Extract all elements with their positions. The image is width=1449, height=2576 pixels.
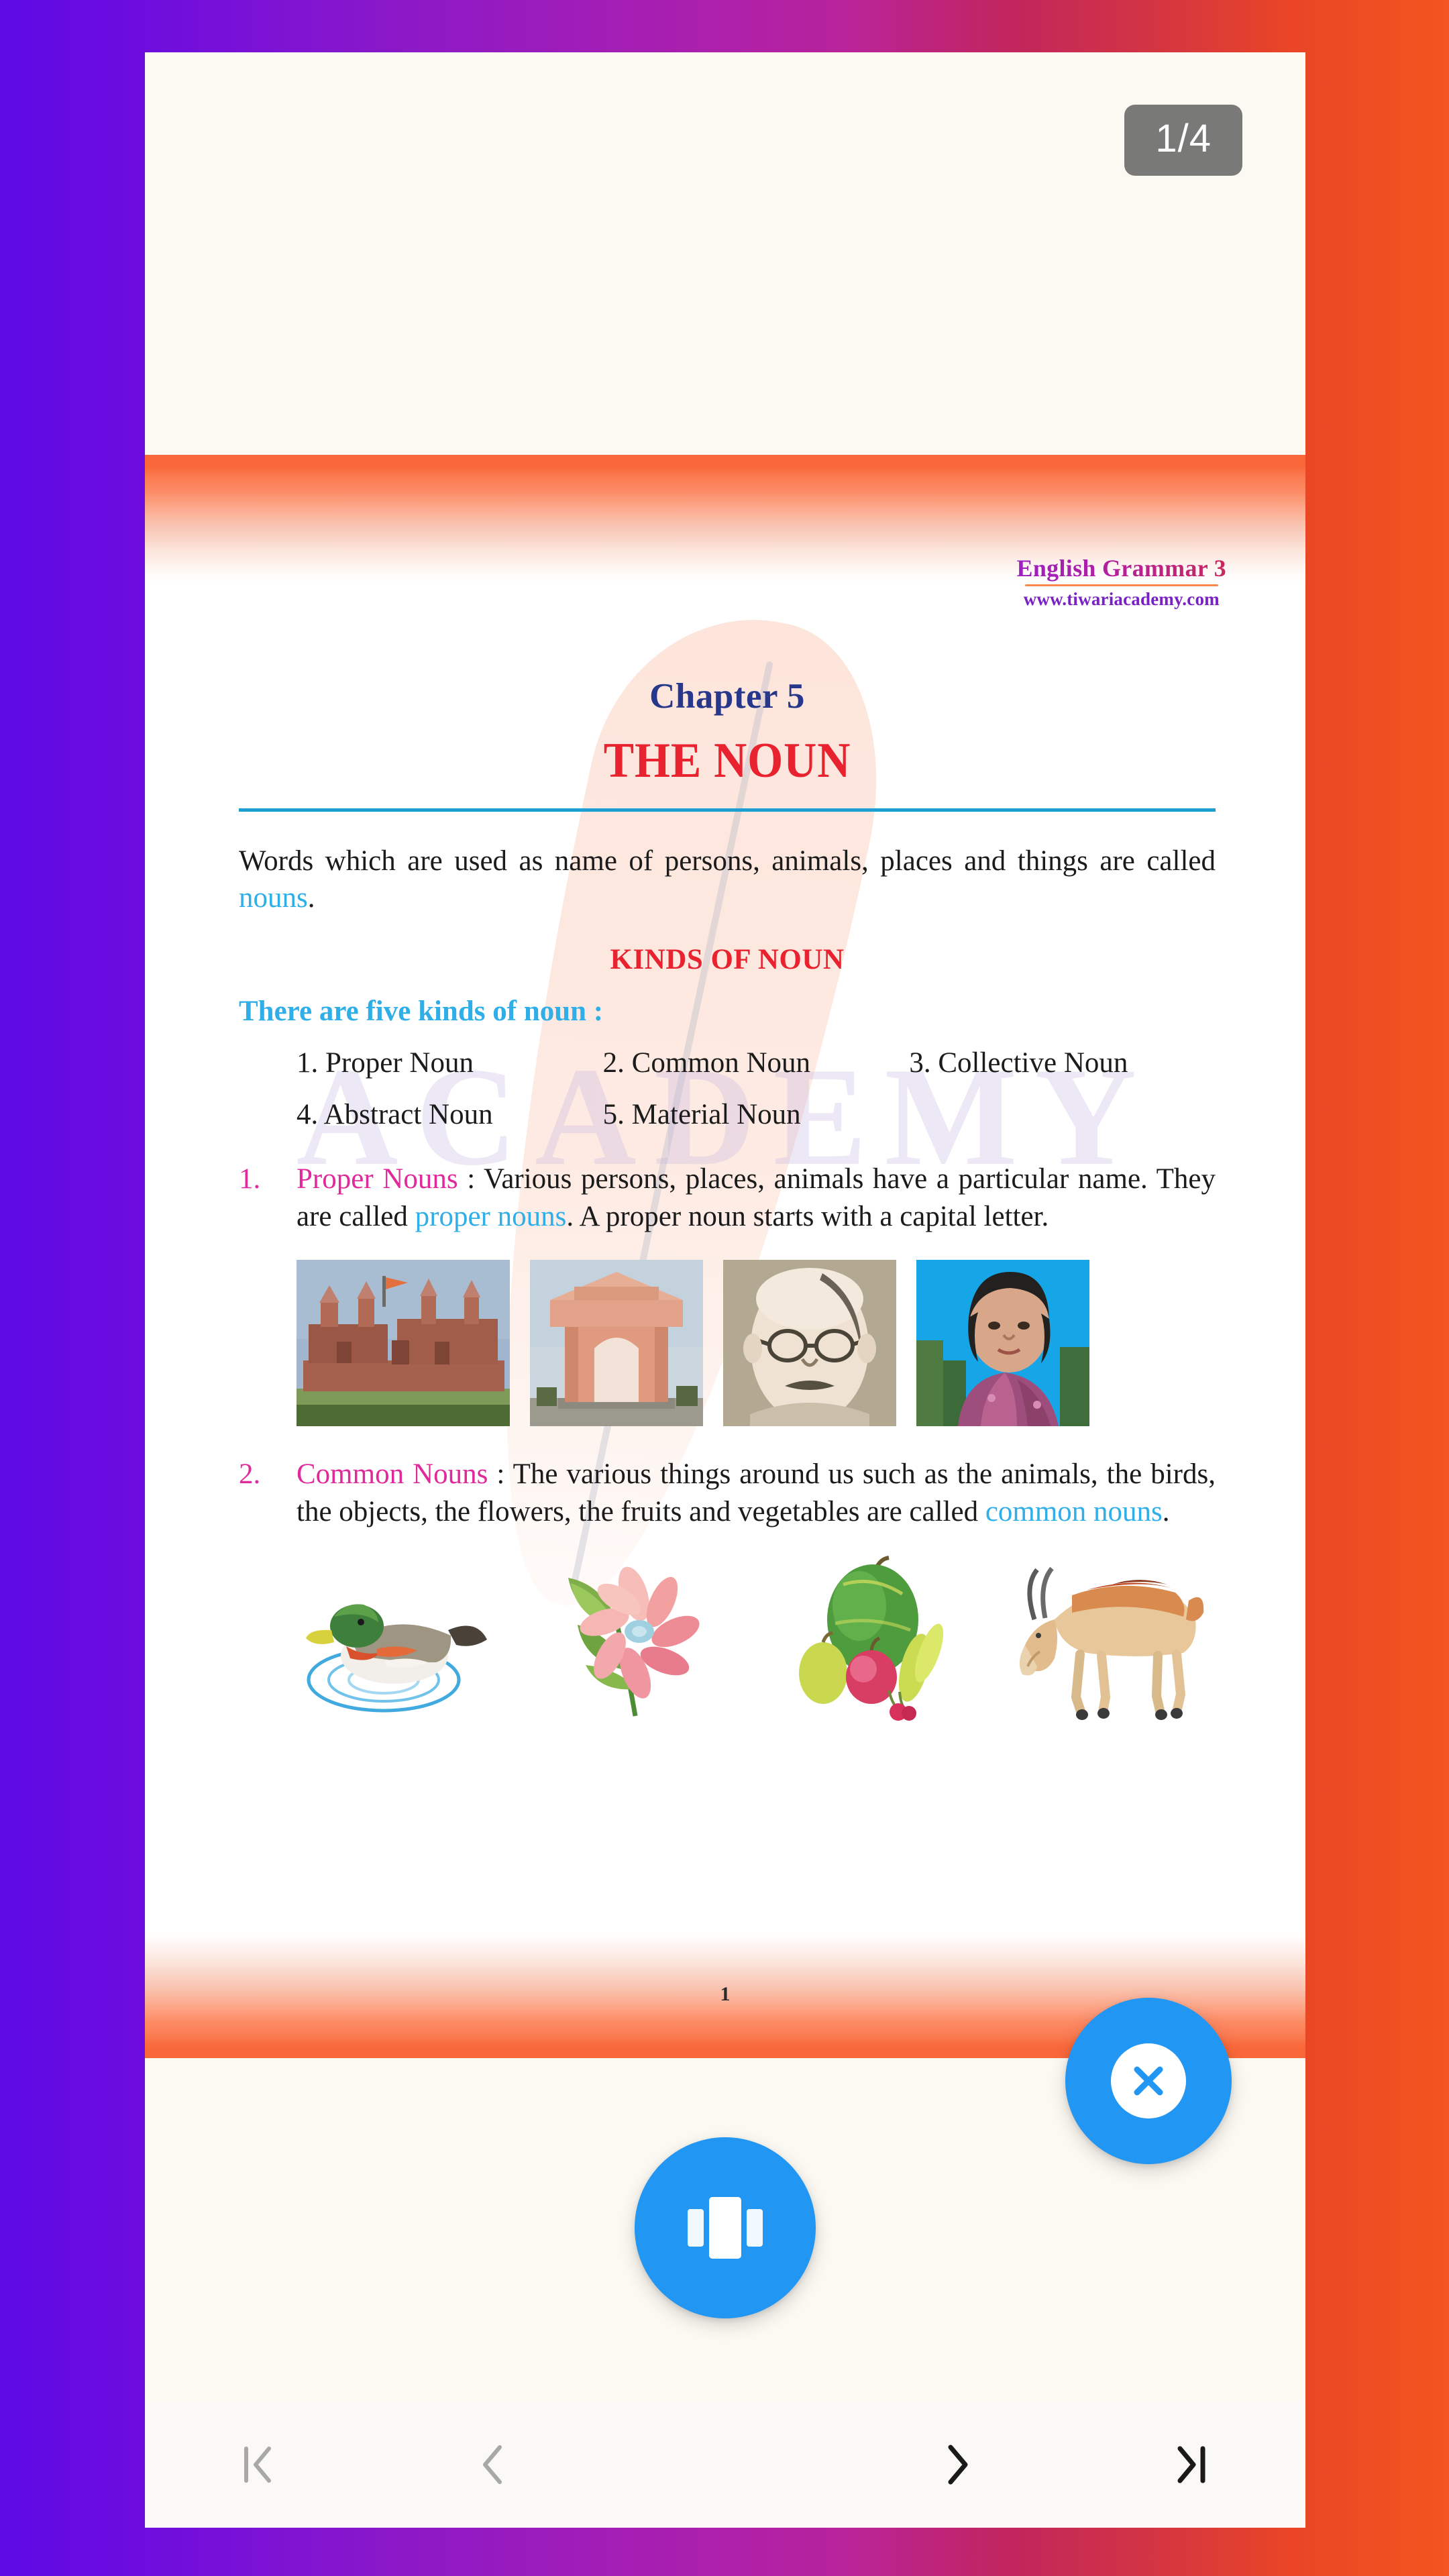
item-lead: Common Nouns [297,1458,488,1490]
red-fort-photo [297,1259,510,1426]
india-gate-photo [530,1259,703,1426]
previous-page-button[interactable] [377,2402,609,2528]
next-page-button[interactable] [841,2402,1073,2528]
item-number: 2. [239,1458,261,1490]
spacer-center [609,2402,841,2528]
chapter-label: Chapter 5 [649,677,805,716]
item-body: Common Nouns : The various things around… [297,1456,1216,1531]
item-text-2: . A proper noun starts with a capital le… [566,1200,1049,1232]
kind-item: 2. Common Noun [602,1047,811,1079]
close-button[interactable] [1065,1998,1232,2164]
page-number: 1 [720,1983,731,2005]
close-icon [1134,2066,1163,2096]
first-page-icon [244,2447,271,2483]
noun-item-common: 2. Common Nouns : The various things aro… [239,1456,1216,1531]
title-divider [239,808,1216,812]
intro-highlight: nouns [239,882,308,914]
item-text-2: . [1162,1495,1170,1527]
kind-item: 3. Collective Noun [909,1047,1128,1079]
book-page-sheet: ACADEMY English Grammar 3 www.tiwariacad… [145,455,1305,2058]
last-page-icon [1177,2446,1205,2483]
page-indicator-badge: 1/4 [1124,105,1242,176]
brand-divider [1024,584,1218,587]
view-mode-button[interactable] [635,2137,816,2318]
kinds-intro: There are five kinds of noun : [239,996,604,1028]
kind-item: 5. Material Noun [602,1099,801,1131]
flower-illustration [533,1555,735,1723]
item-highlight: common nouns [985,1495,1163,1527]
proper-noun-figure-row [239,1259,1216,1426]
kinds-row-second: 4. Abstract Noun 5. Material Noun [239,1098,1216,1131]
first-page-button[interactable] [145,2402,377,2528]
item-lead: Proper Nouns [297,1163,458,1195]
chevron-right-icon [948,2445,968,2485]
indira-gandhi-portrait-photo [916,1259,1089,1426]
item-body: Proper Nouns : Various persons, places, … [297,1161,1216,1236]
page-content: Chapter 5 THE NOUN Words which are used … [239,676,1216,1723]
gandhi-portrait-photo [723,1259,896,1426]
duck-illustration [297,1555,498,1723]
noun-item-proper: 1. Proper Nouns : Various persons, place… [239,1161,1216,1236]
chevron-left-icon [483,2445,502,2484]
intro-text-after: . [307,882,315,914]
item-number: 1. [239,1163,261,1195]
document-viewer[interactable]: 1/4 ACADEMY English Grammar 3 www.tiwari… [145,52,1305,2528]
last-page-button[interactable] [1073,2402,1305,2528]
kinds-row-first: 1. Proper Noun 2. Common Noun 3. Collect… [239,1046,1216,1079]
kinds-heading: KINDS OF NOUN [610,944,845,976]
brand-url: www.tiwariacademy.com [1023,589,1220,610]
intro-paragraph: Words which are used as name of persons,… [239,843,1216,916]
chapter-title: THE NOUN [603,733,851,788]
common-noun-figure-row [239,1555,1216,1723]
kind-item: 1. Proper Noun [297,1047,474,1079]
brand-mark: English Grammar 3 www.tiwariacademy.com [1017,554,1226,610]
page-navigation-bar [145,2402,1305,2528]
close-icon-ring [1111,2043,1186,2118]
fruits-illustration [771,1555,972,1723]
kind-item: 4. Abstract Noun [297,1099,493,1131]
intro-text-before: Words which are used as name of persons,… [239,845,1216,877]
item-highlight: proper nouns [415,1200,567,1232]
goat-illustration [1008,1555,1209,1723]
brand-title: English Grammar 3 [1016,555,1226,582]
carousel-view-icon [688,2197,763,2259]
